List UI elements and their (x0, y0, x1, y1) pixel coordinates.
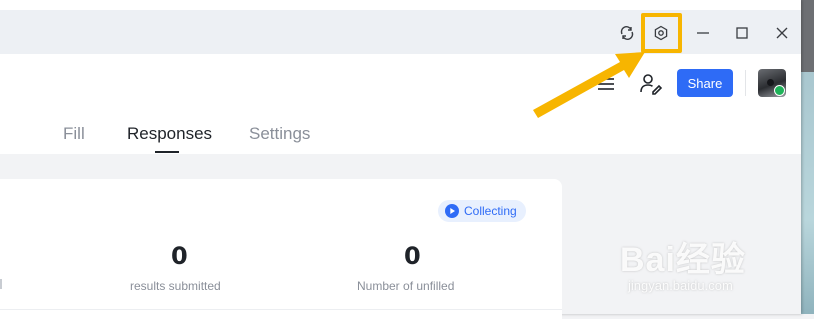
header-divider (745, 70, 746, 96)
stats-card: Collecting 0 results submitted 0 Number … (0, 179, 562, 319)
play-circle-icon (445, 204, 459, 218)
stat-left-edge-mark (0, 279, 2, 289)
status-badge[interactable]: Collecting (438, 200, 526, 222)
desktop-background (801, 0, 814, 314)
close-icon[interactable] (771, 22, 793, 44)
watermark-logo: Bai经验 (620, 241, 746, 279)
maximize-icon[interactable] (731, 22, 753, 44)
stat-unfilled-label: Number of unfilled (357, 279, 455, 293)
stat-submitted-value: 0 (171, 242, 188, 270)
active-tab-indicator (155, 151, 179, 153)
card-divider (0, 309, 562, 310)
minimize-icon[interactable] (692, 22, 714, 44)
avatar[interactable] (758, 69, 786, 97)
tab-settings[interactable]: Settings (249, 124, 310, 144)
app-header: Share Fill Responses Settings (0, 54, 801, 154)
tab-fill[interactable]: Fill (63, 124, 85, 144)
stat-submitted-label: results submitted (130, 279, 221, 293)
wechat-badge-icon (774, 85, 785, 96)
status-label: Collecting (464, 204, 517, 218)
share-button[interactable]: Share (677, 69, 733, 97)
watermark-url: jingyan.baidu.com (628, 278, 733, 293)
pointer-arrow (533, 52, 645, 118)
stat-unfilled-value: 0 (404, 242, 421, 270)
tab-responses[interactable]: Responses (127, 124, 212, 144)
